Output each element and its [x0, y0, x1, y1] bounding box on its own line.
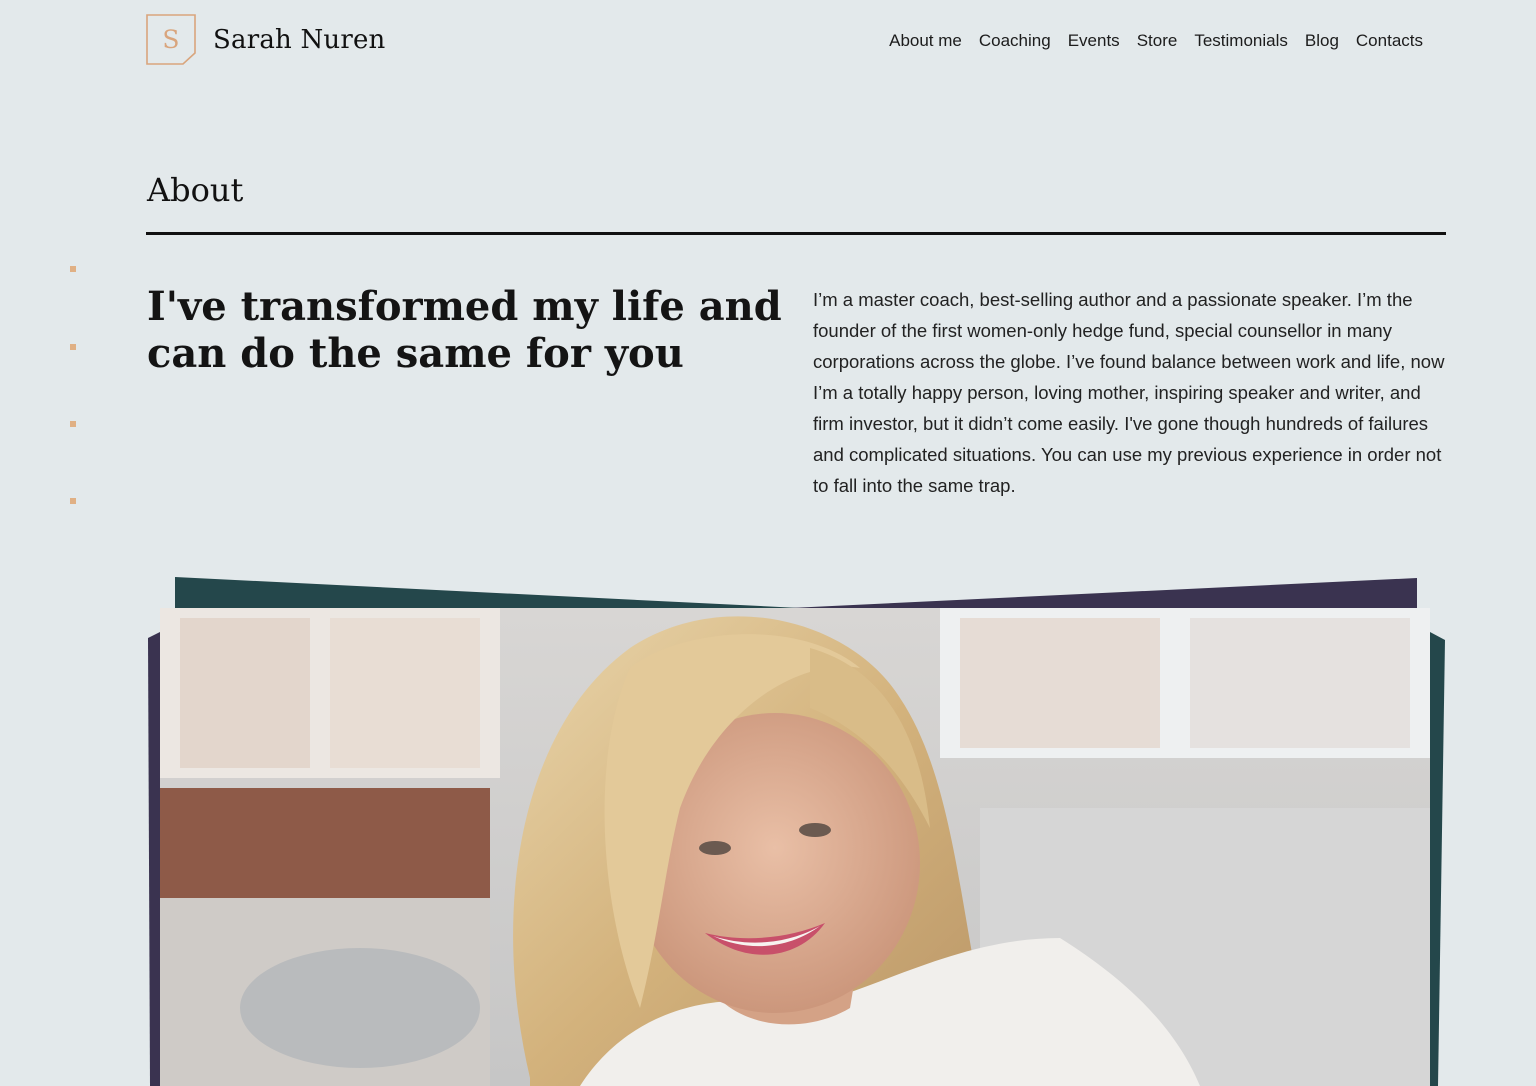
nav-item-events[interactable]: Events — [1068, 28, 1120, 54]
nav-item-testimonials[interactable]: Testimonials — [1194, 28, 1288, 54]
section-title: About — [147, 171, 244, 209]
side-dot-icon — [70, 266, 76, 272]
side-dot-icon — [70, 344, 76, 350]
intro-bio: I’m a master coach, best-selling author … — [813, 289, 1445, 496]
brand-name[interactable]: Sarah Nuren — [213, 23, 386, 57]
nav-item-contacts[interactable]: Contacts — [1356, 28, 1423, 54]
section-divider — [146, 232, 1446, 235]
side-dot-icon — [70, 421, 76, 427]
nav-item-about-me[interactable]: About me — [889, 28, 962, 54]
intro-headline: I've transformed my life and can do the … — [147, 283, 782, 377]
nav-item-store[interactable]: Store — [1137, 28, 1178, 54]
main-nav: About me Coaching Events Store Testimoni… — [889, 28, 1423, 54]
logo-icon[interactable]: S — [146, 14, 198, 66]
nav-item-coaching[interactable]: Coaching — [979, 28, 1051, 54]
nav-item-blog[interactable]: Blog — [1305, 28, 1339, 54]
logo-letter: S — [162, 25, 180, 54]
portrait-photo — [160, 608, 1430, 1086]
side-dot-icon — [70, 498, 76, 504]
